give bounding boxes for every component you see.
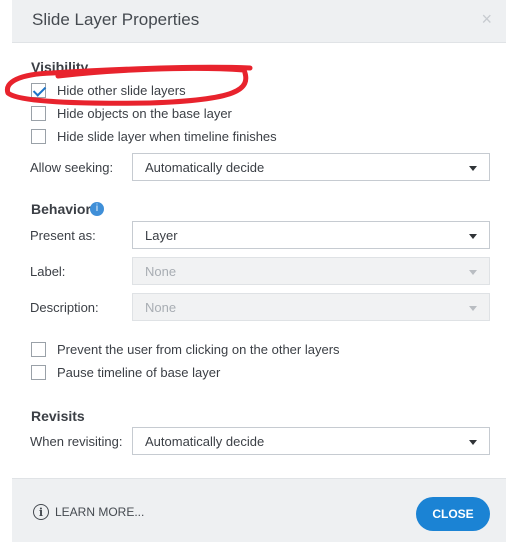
hide-base-objects-label: Hide objects on the base layer <box>57 106 232 121</box>
chevron-down-icon <box>469 306 477 311</box>
allow-seeking-label: Allow seeking: <box>30 160 114 175</box>
hide-other-layers-label: Hide other slide layers <box>57 83 186 98</box>
dialog-title: Slide Layer Properties <box>32 10 200 29</box>
slide-layer-properties-dialog: Slide Layer Properties × Visibility Hide… <box>12 0 506 542</box>
allow-seeking-select[interactable]: Automatically decide <box>132 153 490 181</box>
chevron-down-icon <box>469 270 477 275</box>
allow-seeking-value: Automatically decide <box>145 160 265 175</box>
hide-other-layers-checkbox[interactable] <box>31 83 46 98</box>
learn-more-label: LEARN MORE... <box>55 505 145 519</box>
hide-other-layers-option[interactable]: Hide other slide layers <box>31 83 186 98</box>
when-revisiting-value: Automatically decide <box>145 434 265 449</box>
prevent-clicking-label: Prevent the user from clicking on the ot… <box>57 342 340 357</box>
behavior-heading: Behavior <box>31 201 91 217</box>
close-button[interactable]: CLOSE <box>416 497 490 531</box>
pause-timeline-label: Pause timeline of base layer <box>57 365 221 380</box>
present-as-value: Layer <box>145 228 178 243</box>
visibility-heading: Visibility <box>31 59 89 75</box>
chevron-down-icon <box>469 440 477 445</box>
when-revisiting-select[interactable]: Automatically decide <box>132 427 490 455</box>
prevent-clicking-checkbox[interactable] <box>31 342 46 357</box>
present-as-label: Present as: <box>30 228 96 243</box>
label-value: None <box>145 264 177 279</box>
hide-when-finished-option[interactable]: Hide slide layer when timeline finishes <box>31 129 277 144</box>
dialog-footer: i LEARN MORE... CLOSE <box>12 478 506 542</box>
close-icon[interactable]: × <box>481 9 492 30</box>
present-as-select[interactable]: Layer <box>132 221 490 249</box>
prevent-clicking-option[interactable]: Prevent the user from clicking on the ot… <box>31 342 340 357</box>
hide-base-objects-option[interactable]: Hide objects on the base layer <box>31 106 232 121</box>
when-revisiting-label: When revisiting: <box>30 434 123 449</box>
chevron-down-icon <box>469 166 477 171</box>
accessibility-info-icon[interactable]: i <box>90 202 104 216</box>
label-field-label: Label: <box>30 264 66 279</box>
hide-when-finished-label: Hide slide layer when timeline finishes <box>57 129 277 144</box>
info-icon: i <box>33 504 49 520</box>
chevron-down-icon <box>469 234 477 239</box>
pause-timeline-checkbox[interactable] <box>31 365 46 380</box>
hide-base-objects-checkbox[interactable] <box>31 106 46 121</box>
description-value: None <box>145 300 177 315</box>
description-select: None <box>132 293 490 321</box>
pause-timeline-option[interactable]: Pause timeline of base layer <box>31 365 220 380</box>
description-field-label: Description: <box>30 300 99 315</box>
label-select: None <box>132 257 490 285</box>
revisits-heading: Revisits <box>31 408 85 424</box>
learn-more-link[interactable]: i LEARN MORE... <box>33 504 144 520</box>
title-bar: Slide Layer Properties × <box>12 0 506 43</box>
hide-when-finished-checkbox[interactable] <box>31 129 46 144</box>
